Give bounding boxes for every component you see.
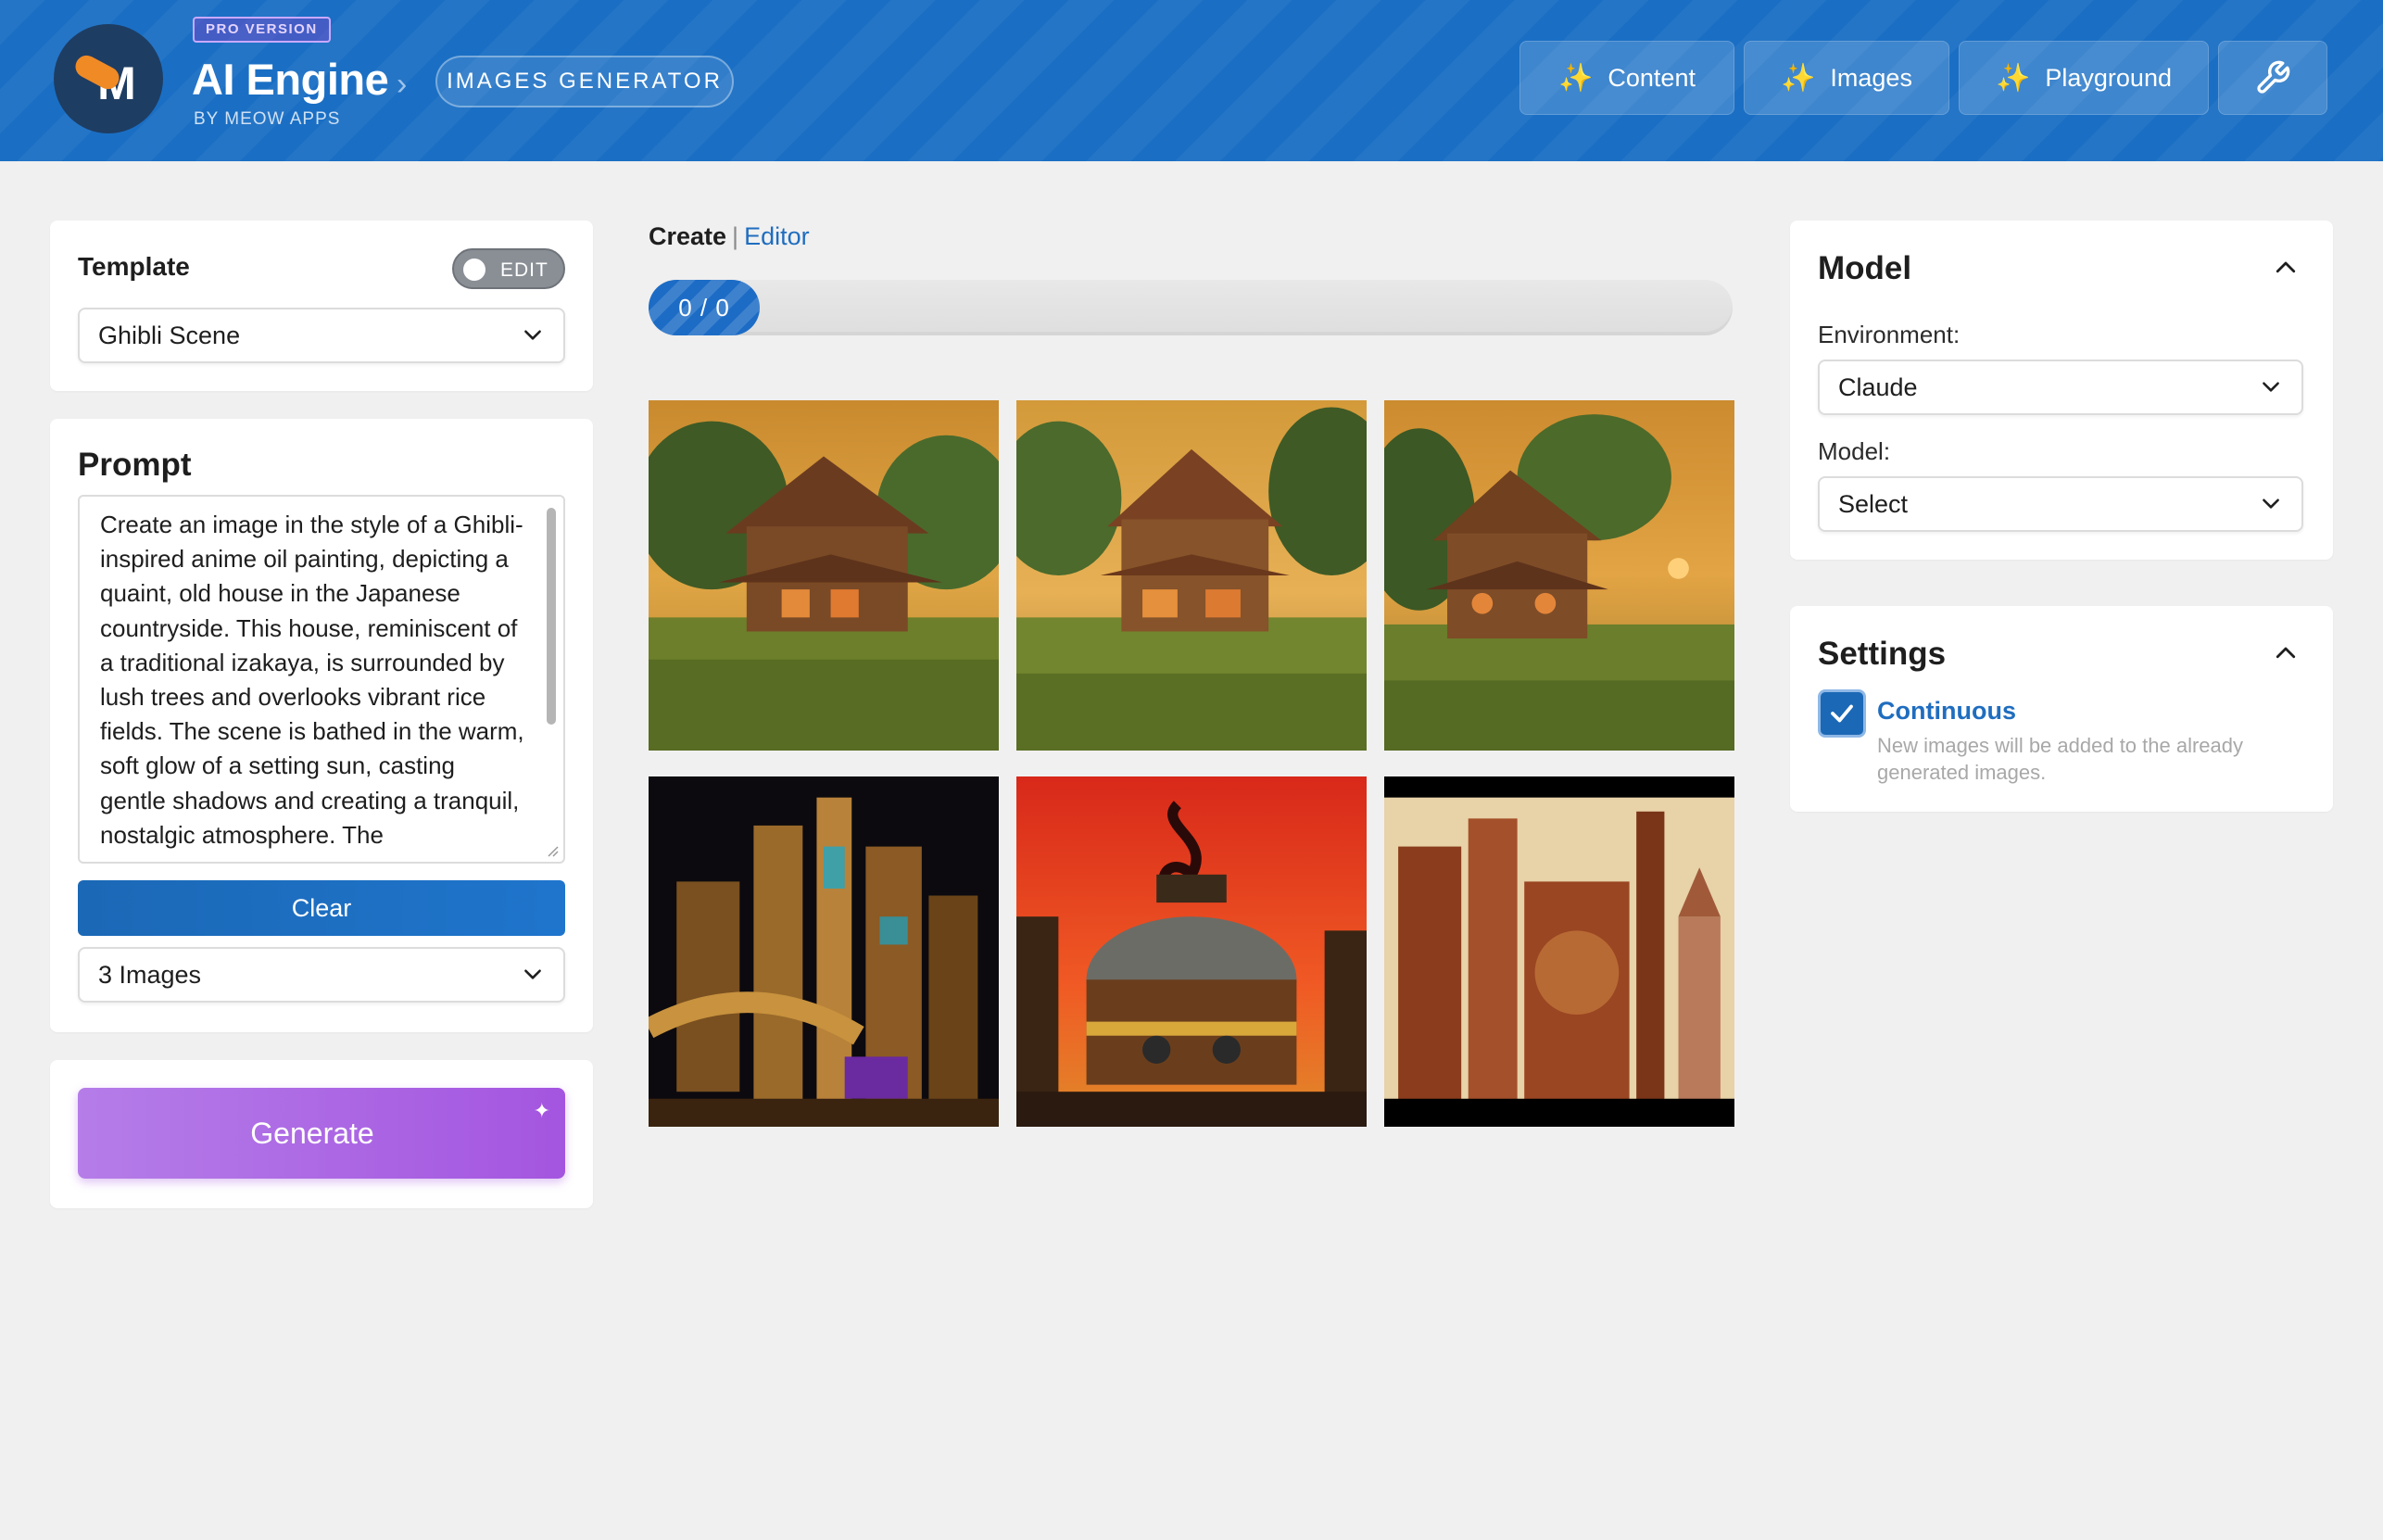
clear-button[interactable]: Clear — [78, 880, 565, 936]
ghibli-house-image — [1016, 400, 1367, 751]
tab-editor[interactable]: Editor — [744, 222, 810, 250]
chevron-down-icon — [2263, 382, 2279, 392]
steampunk-palace-image — [1384, 776, 1734, 1127]
continuous-description: New images will be added to the already … — [1877, 734, 2244, 784]
ghibli-house-image — [649, 400, 999, 751]
nav-images-label: Images — [1830, 63, 1912, 92]
chevron-down-icon — [524, 330, 541, 340]
pro-version-badge: PRO VERSION — [193, 17, 331, 43]
meow-apps-logo: M — [54, 24, 163, 133]
breadcrumb-chevron-icon: › — [397, 67, 408, 102]
progress-text: 0 / 0 — [678, 293, 730, 322]
template-select-value: Ghibli Scene — [98, 321, 241, 349]
magic-wand-icon: ✨ — [1781, 62, 1816, 94]
generated-image-6[interactable] — [1384, 776, 1734, 1127]
tab-create[interactable]: Create — [649, 222, 726, 250]
generated-image-4[interactable] — [649, 776, 999, 1127]
wrench-icon — [2257, 60, 2290, 94]
generated-image-1[interactable] — [649, 400, 999, 751]
chevron-down-icon — [2263, 499, 2279, 509]
prompt-label: Prompt — [78, 447, 192, 483]
progress-fill: 0 / 0 — [649, 280, 760, 335]
magic-wand-icon: ✨ — [1558, 62, 1594, 94]
edit-toggle-label: EDIT — [500, 259, 548, 281]
prompt-scrollbar[interactable] — [543, 500, 560, 856]
checkmark-icon — [1831, 704, 1853, 723]
progress-bar: 0 / 0 — [649, 280, 1733, 335]
sparkle-icon: ✦ — [533, 1099, 550, 1122]
model-label: Model: — [1818, 437, 1891, 465]
steampunk-city-image — [649, 776, 999, 1127]
model-section-title: Model — [1818, 250, 1912, 286]
generate-label: Generate — [250, 1116, 374, 1150]
magic-wand-icon: ✨ — [1996, 62, 2031, 94]
model-select[interactable]: Select — [1818, 476, 2303, 532]
toggle-knob — [463, 259, 485, 281]
generated-image-3[interactable] — [1384, 400, 1734, 751]
nav-content-button[interactable]: ✨ Content — [1519, 41, 1734, 115]
current-page-pill: IMAGES GENERATOR — [435, 56, 734, 107]
top-header: M PRO VERSION AI Engine BY MEOW APPS › I… — [0, 0, 2383, 161]
settings-wrench-button[interactable] — [2218, 41, 2327, 115]
scroll-thumb[interactable] — [547, 508, 556, 725]
environment-label: Environment: — [1818, 321, 1961, 348]
generated-image-2[interactable] — [1016, 400, 1367, 751]
template-card — [50, 221, 593, 391]
steampunk-dome-image — [1016, 776, 1367, 1127]
chevron-up-icon[interactable] — [2272, 254, 2300, 282]
image-count-value: 3 Images — [98, 960, 202, 989]
nav-playground-label: Playground — [2045, 63, 2172, 92]
model-value: Select — [1838, 489, 1909, 518]
edit-toggle[interactable]: EDIT — [452, 248, 565, 289]
app-title: AI Engine — [192, 55, 389, 104]
environment-select[interactable]: Claude — [1818, 360, 2303, 415]
nav-playground-button[interactable]: ✨ Playground — [1959, 41, 2209, 115]
prompt-textarea[interactable]: Create an image in the style of a Ghibli… — [78, 495, 565, 864]
prompt-text: Create an image in the style of a Ghibli… — [100, 511, 524, 849]
template-select[interactable]: Ghibli Scene — [78, 308, 565, 363]
chevron-down-icon — [524, 969, 541, 979]
chevron-up-icon[interactable] — [2272, 639, 2300, 667]
continuous-checkbox[interactable] — [1818, 689, 1866, 738]
nav-content-label: Content — [1608, 63, 1696, 92]
continuous-label[interactable]: Continuous — [1877, 697, 2016, 726]
nav-images-button[interactable]: ✨ Images — [1744, 41, 1949, 115]
image-count-select[interactable]: 3 Images — [78, 947, 565, 1003]
ghibli-house-image — [1384, 400, 1734, 751]
generate-button[interactable]: Generate ✦ — [78, 1088, 565, 1179]
tab-separator: | — [732, 222, 739, 250]
environment-value: Claude — [1838, 372, 1918, 401]
template-label: Template — [78, 252, 190, 281]
resize-grip-icon[interactable] — [545, 843, 560, 858]
app-subtitle: BY MEOW APPS — [194, 109, 341, 129]
create-editor-tabs: Create | Editor — [649, 222, 810, 251]
settings-section-title: Settings — [1818, 636, 1947, 672]
generated-image-5[interactable] — [1016, 776, 1367, 1127]
